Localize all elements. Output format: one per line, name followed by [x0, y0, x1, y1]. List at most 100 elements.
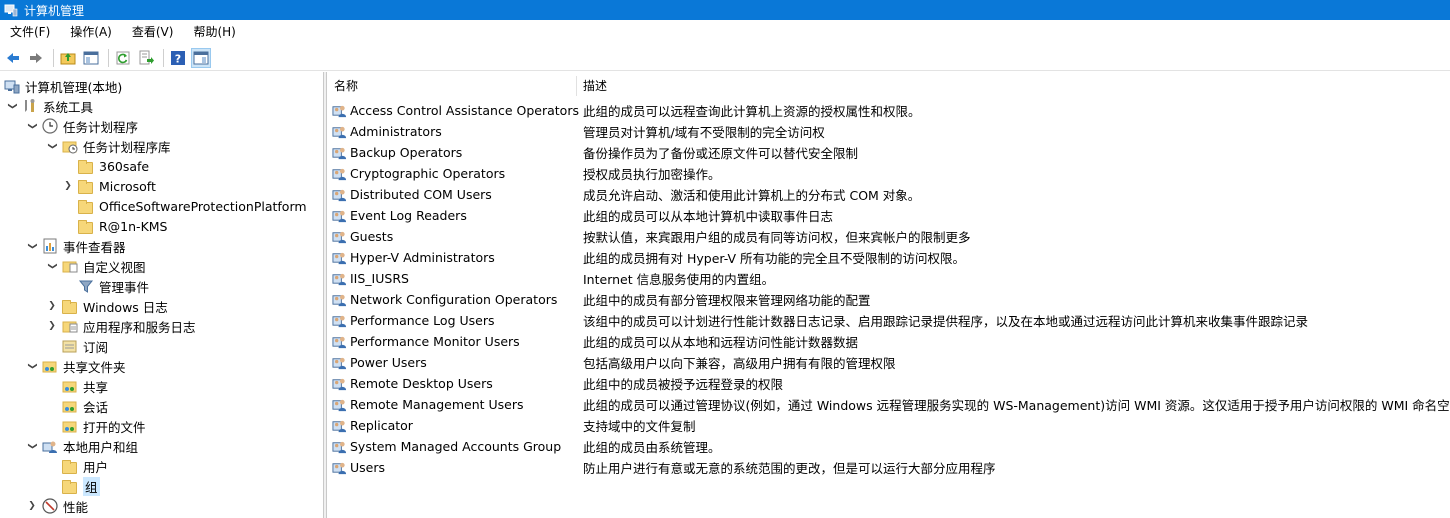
- group-name-cell: Distributed COM Users: [332, 184, 492, 205]
- table-row[interactable]: Remote Management Users 此组的成员可以通过管理协议(例如，…: [327, 394, 1450, 415]
- chevron-right-icon[interactable]: ❯: [46, 300, 58, 312]
- table-row[interactable]: Administrators 管理员对计算机/域有不受限制的完全访问权: [327, 121, 1450, 142]
- group-description: 包括高级用户以向下兼容，高级用户拥有有限的管理权限: [583, 356, 896, 371]
- group-name-cell: Performance Monitor Users: [332, 331, 520, 352]
- group-description: 备份操作员为了备份或还原文件可以替代安全限制: [583, 146, 859, 161]
- table-row[interactable]: Performance Log Users 该组中的成员可以计划进行性能计数器日志…: [327, 310, 1450, 331]
- chevron-right-icon[interactable]: ❯: [46, 320, 58, 332]
- group-name: Performance Monitor Users: [350, 334, 520, 349]
- menu-bar: 文件(F) 操作(A) 查看(V) 帮助(H): [0, 20, 1450, 45]
- tree-node-r1n-kms[interactable]: R@1n-KMS: [78, 216, 168, 236]
- table-row[interactable]: Network Configuration Operators 此组中的成员有部分…: [327, 289, 1450, 310]
- folder-icon: [78, 178, 94, 194]
- tree-node-open-files[interactable]: 打开的文件: [62, 416, 146, 436]
- column-header-name[interactable]: 名称: [334, 72, 574, 98]
- folder-icon: [62, 298, 78, 314]
- tree-node-root[interactable]: 计算机管理(本地): [4, 76, 122, 96]
- table-row[interactable]: Cryptographic Operators 授权成员执行加密操作。: [327, 163, 1450, 184]
- table-row[interactable]: Distributed COM Users 成员允许启动、激活和使用此计算机上的分…: [327, 184, 1450, 205]
- chevron-down-icon[interactable]: ❯: [26, 440, 38, 452]
- group-name-cell: Administrators: [332, 121, 442, 142]
- group-icon: [332, 145, 347, 160]
- chevron-down-icon[interactable]: ❯: [26, 240, 38, 252]
- group-name: Hyper-V Administrators: [350, 250, 495, 265]
- group-icon: [332, 250, 347, 265]
- chevron-down-icon[interactable]: ❯: [46, 260, 58, 272]
- group-name-cell: Access Control Assistance Operators: [332, 100, 579, 121]
- tree-node-admin-events[interactable]: 管理事件: [78, 276, 149, 296]
- group-name-cell: Guests: [332, 226, 393, 247]
- group-icon: [332, 376, 347, 391]
- tree-node-performance[interactable]: ❯ 性能: [26, 496, 88, 516]
- forward-icon[interactable]: [26, 48, 46, 68]
- tree-node-event-viewer[interactable]: ❯ 事件查看器: [26, 236, 126, 256]
- table-row[interactable]: System Managed Accounts Group 此组的成员由系统管理。: [327, 436, 1450, 457]
- group-icon: [332, 439, 347, 454]
- tree-node-custom-views[interactable]: ❯ 自定义视图: [46, 256, 146, 276]
- tree-node-users[interactable]: 用户: [62, 456, 108, 476]
- properties-pane-icon[interactable]: [191, 47, 211, 68]
- group-description: 支持域中的文件复制: [583, 419, 696, 434]
- tree-node-task-scheduler[interactable]: ❯ 任务计划程序: [26, 116, 138, 136]
- tree-node-app-service-logs[interactable]: ❯ 应用程序和服务日志: [46, 316, 195, 336]
- table-row[interactable]: IIS_IUSRS Internet 信息服务使用的内置组。: [327, 268, 1450, 289]
- table-row[interactable]: Power Users 包括高级用户以向下兼容，高级用户拥有有限的管理权限: [327, 352, 1450, 373]
- tree-node-system-tools[interactable]: ❯ 系统工具: [6, 96, 93, 116]
- chevron-down-icon[interactable]: ❯: [26, 120, 38, 132]
- chevron-down-icon[interactable]: ❯: [6, 100, 18, 112]
- groups-list: 名称 描述 Access Control Assistance Operator…: [327, 72, 1450, 518]
- tree-node-shares[interactable]: 共享: [62, 376, 108, 396]
- tree-node-shared-folders[interactable]: ❯ 共享文件夹: [26, 356, 126, 376]
- group-icon: [332, 418, 347, 433]
- shared-folder-icon: [62, 418, 78, 434]
- group-description: 成员允许启动、激活和使用此计算机上的分布式 COM 对象。: [583, 188, 921, 203]
- tree-node-windows-logs[interactable]: ❯ Windows 日志: [46, 296, 168, 316]
- table-row[interactable]: Replicator 支持域中的文件复制: [327, 415, 1450, 436]
- tree-node-groups[interactable]: 组: [62, 476, 100, 496]
- shared-folder-icon: [62, 398, 78, 414]
- chevron-right-icon[interactable]: ❯: [26, 500, 38, 512]
- tree-node-sessions[interactable]: 会话: [62, 396, 108, 416]
- table-row[interactable]: Backup Operators 备份操作员为了备份或还原文件可以替代安全限制: [327, 142, 1450, 163]
- computer-management-icon: [4, 3, 18, 17]
- column-header-description[interactable]: 描述: [583, 72, 883, 98]
- refresh-icon[interactable]: [113, 48, 133, 68]
- title-bar: 计算机管理: [0, 0, 1450, 20]
- table-row[interactable]: Event Log Readers 此组的成员可以从本地计算机中读取事件日志: [327, 205, 1450, 226]
- table-row[interactable]: Users 防止用户进行有意或无意的系统范围的更改，但是可以运行大部分应用程序: [327, 457, 1450, 478]
- tree-node-360safe[interactable]: 360safe: [78, 156, 149, 176]
- group-icon: [332, 124, 347, 139]
- tree-node-microsoft[interactable]: ❯ Microsoft: [62, 176, 156, 196]
- tree-node-office-protection[interactable]: OfficeSoftwareProtectionPlatform: [78, 196, 307, 216]
- table-row[interactable]: Performance Monitor Users 此组的成员可以从本地和远程访问…: [327, 331, 1450, 352]
- column-divider[interactable]: [576, 76, 577, 96]
- up-folder-icon[interactable]: [58, 48, 78, 68]
- menu-action[interactable]: 操作(A): [60, 20, 122, 45]
- group-description: 此组的成员可以通过管理协议(例如，通过 Windows 远程管理服务实现的 WS…: [583, 398, 1450, 413]
- help-icon[interactable]: ?: [168, 48, 188, 68]
- tree-node-task-library[interactable]: ❯ 任务计划程序库: [46, 136, 171, 156]
- group-name-cell: Cryptographic Operators: [332, 163, 505, 184]
- chevron-down-icon[interactable]: ❯: [26, 360, 38, 372]
- table-row[interactable]: Guests 按默认值，来宾跟用户组的成员有同等访问权，但来宾帐户的限制更多: [327, 226, 1450, 247]
- table-row[interactable]: Remote Desktop Users 此组中的成员被授予远程登录的权限: [327, 373, 1450, 394]
- menu-help[interactable]: 帮助(H): [183, 20, 245, 45]
- export-list-icon[interactable]: [136, 48, 156, 68]
- toolbar-separator: [108, 48, 109, 67]
- navigation-tree[interactable]: 计算机管理(本地) ❯ 系统工具 ❯ 任务计划程序 ❯ 任务计划程序库 360s…: [0, 72, 323, 518]
- chevron-right-icon[interactable]: ❯: [62, 180, 74, 192]
- menu-view[interactable]: 查看(V): [122, 20, 184, 45]
- show-hide-tree-icon[interactable]: [81, 48, 101, 68]
- group-description: 该组中的成员可以计划进行性能计数器日志记录、启用跟踪记录提供程序，以及在本地或通…: [583, 314, 1309, 329]
- group-description: 防止用户进行有意或无意的系统范围的更改，但是可以运行大部分应用程序: [583, 461, 996, 476]
- window-title: 计算机管理: [24, 3, 85, 18]
- toolbar-separator: [163, 48, 164, 67]
- tree-node-subscriptions[interactable]: 订阅: [62, 336, 108, 356]
- back-icon[interactable]: [3, 48, 23, 68]
- chevron-down-icon[interactable]: ❯: [46, 140, 58, 152]
- table-row[interactable]: Hyper-V Administrators 此组的成员拥有对 Hyper-V 所…: [327, 247, 1450, 268]
- menu-file[interactable]: 文件(F): [0, 20, 60, 45]
- folder-log-icon: [62, 318, 78, 334]
- table-row[interactable]: Access Control Assistance Operators 此组的成员…: [327, 100, 1450, 121]
- tree-node-local-users-groups[interactable]: ❯ 本地用户和组: [26, 436, 138, 456]
